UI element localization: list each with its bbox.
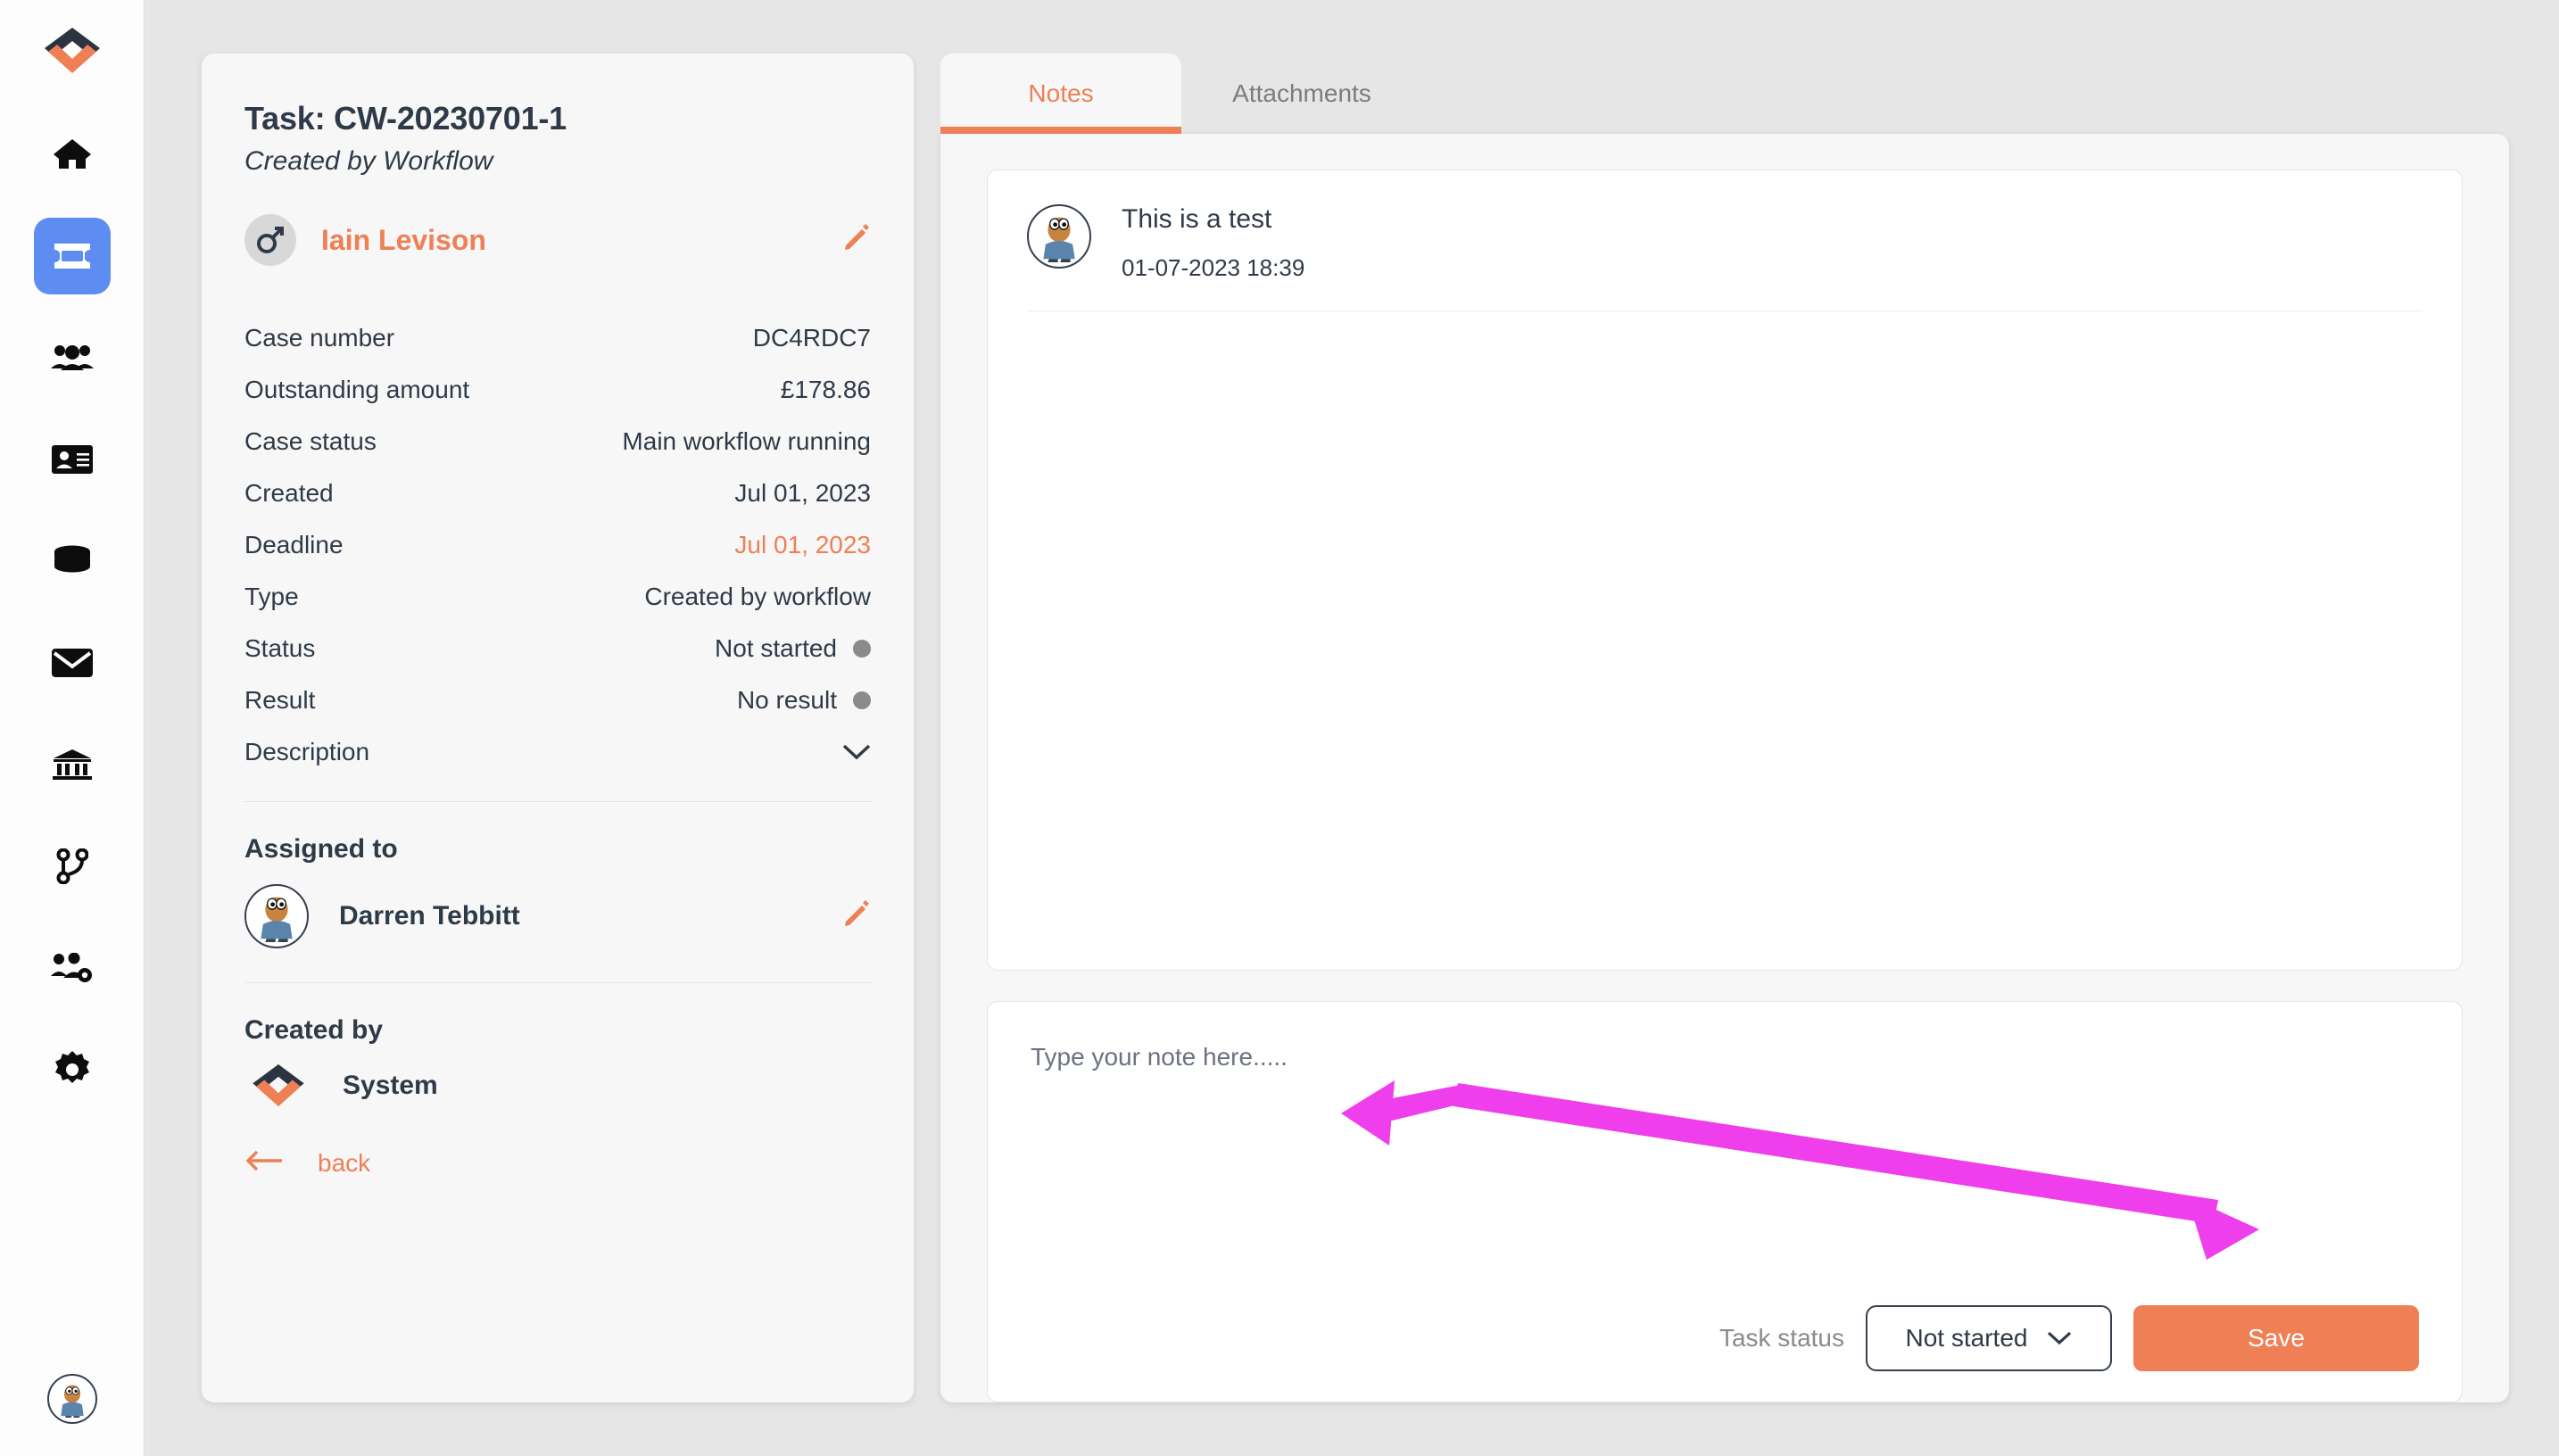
detail-value: Jul 01, 2023 xyxy=(734,479,871,507)
sidebar-item-home[interactable] xyxy=(34,116,111,193)
creator-row: System xyxy=(244,1058,871,1113)
git-branch-icon xyxy=(56,848,88,884)
brand-logo-icon[interactable] xyxy=(37,23,107,79)
chevron-down-icon xyxy=(2047,1324,2072,1353)
home-icon xyxy=(53,136,92,172)
note-body: This is a test 01-07-2023 18:39 xyxy=(1122,204,1304,282)
envelope-icon xyxy=(51,649,93,677)
sidebar-item-settings[interactable] xyxy=(34,1031,111,1108)
id-card-icon xyxy=(51,445,93,474)
creator-name: System xyxy=(343,1071,438,1100)
detail-label: Outstanding amount xyxy=(244,376,470,403)
task-detail-list: Case number DC4RDC7 Outstanding amount £… xyxy=(244,312,871,778)
people-group-icon xyxy=(50,343,94,372)
ticket-icon xyxy=(52,241,93,271)
detail-row: Type Created by workflow xyxy=(244,571,871,623)
detail-value: Main workflow running xyxy=(622,427,871,455)
note-input[interactable]: Type your note here..... xyxy=(1031,1043,2419,1071)
sidebar-item-customers[interactable] xyxy=(34,319,111,396)
divider xyxy=(244,982,871,983)
bank-icon xyxy=(52,749,92,781)
arrow-left-icon xyxy=(244,1147,291,1179)
edit-person-pencil-icon[interactable] xyxy=(842,223,871,257)
sidebar-item-tickets[interactable] xyxy=(33,218,111,294)
tab-attachments[interactable]: Attachments xyxy=(1181,54,1422,134)
page-title: Task: CW-20230701-1 xyxy=(244,100,567,136)
brand-logo-icon xyxy=(244,1058,312,1113)
status-text: Not started xyxy=(715,634,837,662)
detail-label: Case status xyxy=(244,427,377,455)
result-text: No result xyxy=(736,686,837,714)
database-icon xyxy=(54,545,91,577)
detail-label: Status xyxy=(244,634,316,662)
save-button[interactable]: Save xyxy=(2133,1305,2419,1371)
assignee-name: Darren Tebbitt xyxy=(339,901,520,931)
male-gender-icon xyxy=(244,214,296,266)
detail-label: Created xyxy=(244,479,334,507)
result-dot-icon xyxy=(853,691,871,709)
detail-value-deadline: Jul 01, 2023 xyxy=(734,531,871,558)
tab-notes[interactable]: Notes xyxy=(940,54,1181,134)
edit-assignee-pencil-icon[interactable] xyxy=(842,899,871,933)
notes-list: This is a test 01-07-2023 18:39 xyxy=(987,170,2463,971)
task-status-value: Not started xyxy=(1905,1324,2028,1352)
compose-actions: Task status Not started Save xyxy=(1031,1305,2419,1371)
note-text: This is a test xyxy=(1122,204,1272,234)
app-root: Task: CW-20230701-1 Created by Workflow … xyxy=(0,0,2559,1456)
notes-panel: Notes Attachments This is a test 01-07-2… xyxy=(940,54,2509,1402)
left-sidebar xyxy=(0,0,145,1456)
sidebar-item-bank[interactable] xyxy=(34,726,111,803)
task-status-label: Task status xyxy=(1718,1324,1844,1352)
detail-row: Outstanding amount £178.86 xyxy=(244,364,871,416)
divider xyxy=(244,801,871,802)
sidebar-item-workflows[interactable] xyxy=(34,828,111,905)
detail-row: Deadline Jul 01, 2023 xyxy=(244,519,871,571)
detail-value: £178.86 xyxy=(780,376,871,403)
note-timestamp: 01-07-2023 18:39 xyxy=(1122,254,1305,281)
case-person-name[interactable]: Iain Levison xyxy=(321,224,486,257)
detail-value: DC4RDC7 xyxy=(752,324,871,352)
main-content: Task: CW-20230701-1 Created by Workflow … xyxy=(145,0,2559,1456)
list-item: This is a test 01-07-2023 18:39 xyxy=(1027,204,2422,311)
detail-value-status: Not started xyxy=(715,634,871,663)
task-detail-card: Task: CW-20230701-1 Created by Workflow … xyxy=(202,54,914,1402)
sidebar-item-mail[interactable] xyxy=(34,625,111,701)
sidebar-item-data[interactable] xyxy=(34,523,111,600)
notes-body: This is a test 01-07-2023 18:39 Type you… xyxy=(940,134,2509,1402)
chevron-down-icon xyxy=(842,744,871,760)
detail-value: Created by workflow xyxy=(644,583,871,610)
detail-label: Result xyxy=(244,686,316,714)
tab-bar: Notes Attachments xyxy=(940,54,2509,134)
assignee-avatar xyxy=(244,884,309,948)
assigned-to-heading: Assigned to xyxy=(244,834,398,864)
status-dot-icon xyxy=(853,640,871,658)
gear-icon xyxy=(54,1051,91,1088)
detail-label: Case number xyxy=(244,324,395,352)
sidebar-user-avatar[interactable] xyxy=(46,1374,97,1424)
description-expand[interactable] xyxy=(842,743,871,761)
detail-row: Result No result xyxy=(244,674,871,726)
detail-label: Deadline xyxy=(244,531,344,558)
note-author-avatar xyxy=(1027,204,1091,269)
detail-value-result: No result xyxy=(737,686,871,715)
detail-row: Status Not started xyxy=(244,623,871,674)
detail-row: Case number DC4RDC7 xyxy=(244,312,871,364)
task-subtitle: Created by Workflow xyxy=(244,146,493,176)
detail-row: Created Jul 01, 2023 xyxy=(244,467,871,519)
users-cog-icon xyxy=(50,953,94,983)
assignee-row: Darren Tebbitt xyxy=(244,884,871,948)
detail-label: Description xyxy=(244,738,370,765)
detail-row: Case status Main workflow running xyxy=(244,416,871,467)
detail-row-description[interactable]: Description xyxy=(244,726,871,778)
sidebar-item-teams[interactable] xyxy=(34,930,111,1006)
created-by-heading: Created by xyxy=(244,1015,384,1045)
case-person-row: Iain Levison xyxy=(244,214,871,266)
detail-label: Type xyxy=(244,583,299,610)
task-status-select[interactable]: Not started xyxy=(1866,1305,2112,1371)
note-compose-card: Type your note here..... Task status Not… xyxy=(987,1001,2463,1402)
sidebar-item-contacts[interactable] xyxy=(34,421,111,498)
back-label: back xyxy=(318,1149,371,1177)
back-button[interactable]: back xyxy=(244,1147,871,1179)
